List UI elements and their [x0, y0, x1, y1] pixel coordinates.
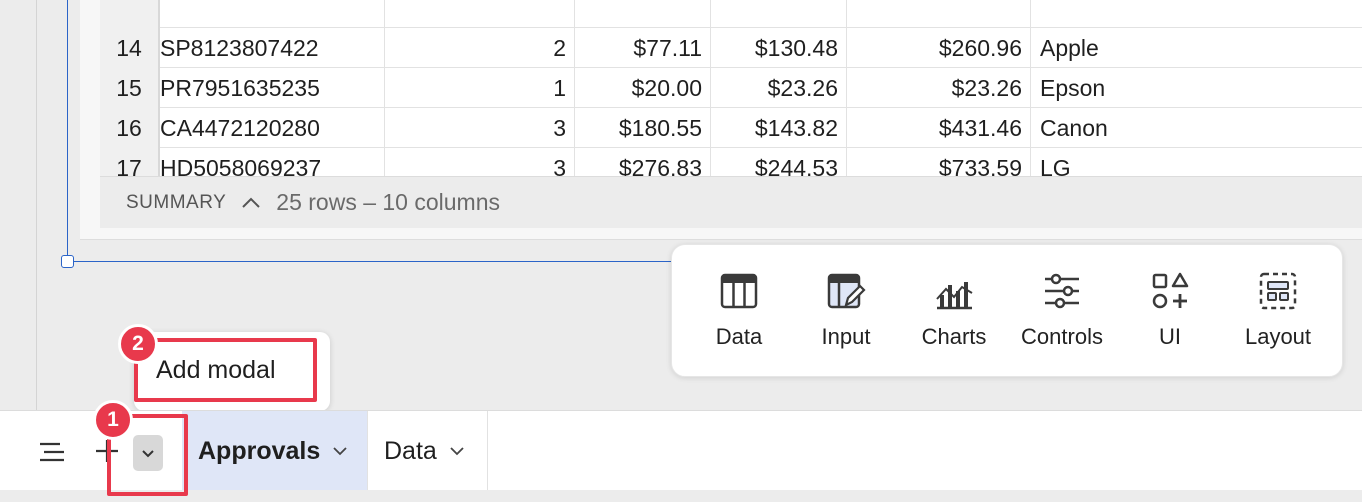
tab-data[interactable]: Data	[368, 411, 488, 491]
cell-total[interactable]: $23.26	[847, 68, 1031, 108]
sliders-icon	[1045, 273, 1079, 309]
add-chart-button[interactable]: Charts	[904, 271, 1004, 359]
layout-icon	[1259, 272, 1297, 310]
cell[interactable]	[1031, 0, 1362, 28]
panel-item-label: Layout	[1244, 324, 1312, 349]
left-rail	[0, 0, 16, 410]
panel-item-label: Controls	[1021, 324, 1103, 349]
cell[interactable]	[847, 0, 1031, 28]
add-modal-option[interactable]: Add modal	[156, 356, 276, 385]
cell-price[interactable]: $23.26	[711, 68, 847, 108]
add-layout-button[interactable]: Layout	[1228, 271, 1328, 359]
add-page-dropdown-button[interactable]	[133, 435, 163, 471]
selection-outline	[67, 0, 687, 262]
add-page-icon[interactable]	[94, 435, 122, 467]
add-ui-button[interactable]: UI	[1120, 271, 1220, 359]
bottom-margin	[0, 490, 1362, 502]
add-data-button[interactable]: Data	[689, 271, 789, 359]
chevron-down-icon	[142, 449, 154, 457]
guide-line	[36, 0, 37, 410]
page-tab-bar: Approvals Data	[0, 410, 1362, 491]
cell-brand[interactable]: Epson	[1031, 68, 1362, 108]
panel-item-label: Charts	[921, 324, 987, 349]
step-badge-1: 1	[93, 400, 133, 440]
menu-icon[interactable]	[38, 439, 66, 465]
tab-label: Approvals	[198, 436, 321, 465]
cell-brand[interactable]: LG	[1031, 148, 1362, 176]
chart-icon	[936, 282, 973, 310]
step-badge-2: 2	[118, 324, 158, 364]
tab-approvals[interactable]: Approvals	[182, 411, 368, 491]
cell-total[interactable]: $733.59	[847, 148, 1031, 176]
add-modal-menu: Add modal	[134, 332, 330, 411]
tab-label: Data	[384, 436, 437, 465]
cell-price[interactable]: $143.82	[711, 108, 847, 148]
shapes-icon	[1152, 272, 1189, 309]
cell-price[interactable]: $130.48	[711, 28, 847, 68]
input-table-icon	[827, 273, 866, 309]
add-element-panel: Data Input Charts Controls UI Layout	[671, 244, 1343, 377]
cell-total[interactable]: $431.46	[847, 108, 1031, 148]
panel-item-label: Data	[715, 324, 763, 349]
resize-handle[interactable]	[61, 255, 74, 268]
cell-brand[interactable]: Apple	[1031, 28, 1362, 68]
panel-item-label: Input	[821, 324, 871, 349]
cell[interactable]	[711, 0, 847, 28]
table-icon	[720, 273, 758, 309]
cell-brand[interactable]: Canon	[1031, 108, 1362, 148]
add-input-button[interactable]: Input	[796, 271, 896, 359]
chevron-down-icon[interactable]	[332, 446, 348, 456]
panel-item-label: UI	[1159, 324, 1181, 349]
chevron-down-icon[interactable]	[449, 446, 465, 456]
cell-price[interactable]: $244.53	[711, 148, 847, 176]
cell-total[interactable]: $260.96	[847, 28, 1031, 68]
add-control-button[interactable]: Controls	[1012, 271, 1112, 359]
